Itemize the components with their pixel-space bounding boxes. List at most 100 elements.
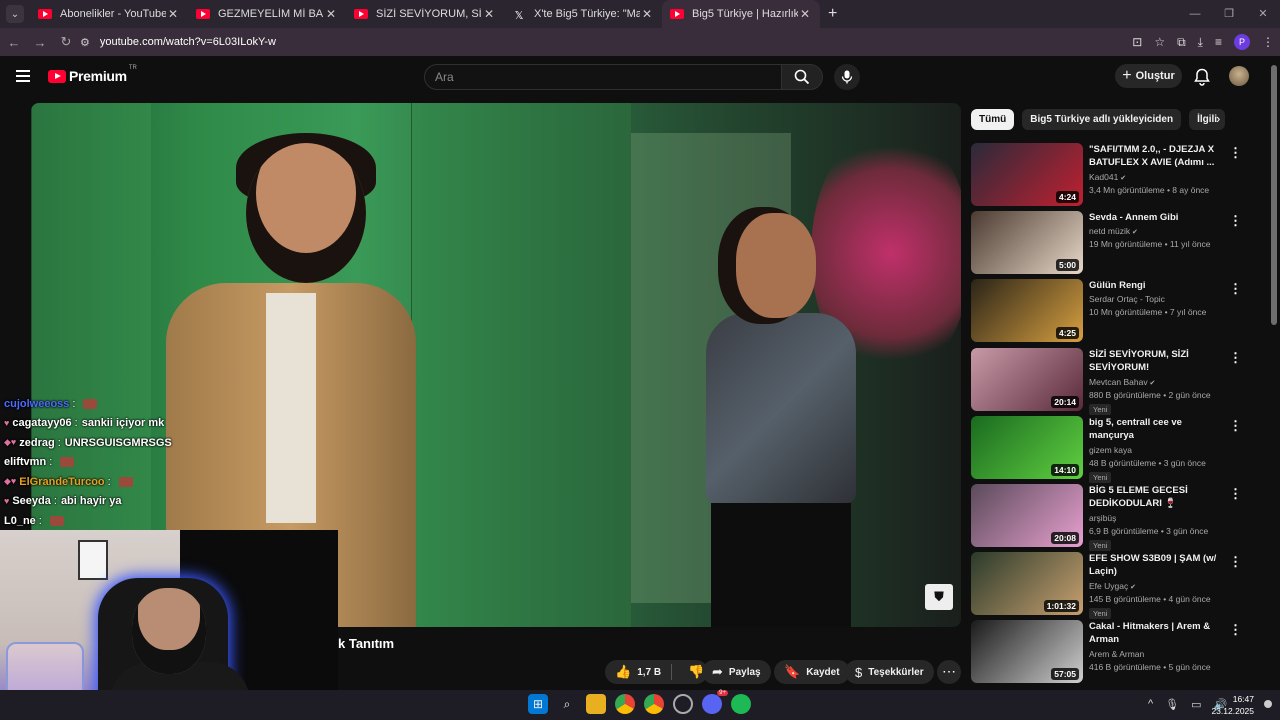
- channel-name-row[interactable]: arşibüş: [1089, 513, 1116, 523]
- channel-name-row[interactable]: gizem kaya: [1089, 445, 1132, 455]
- video-thumbnail[interactable]: 4:25: [971, 279, 1083, 343]
- recommendation-title[interactable]: Cakal - Hitmakers | Arem & Arman: [1089, 620, 1217, 646]
- recommendation-item[interactable]: 4:25 Gülün Rengi Serdar Ortaç - Topic 10 Mn…: [971, 279, 1261, 343]
- tab-search-button[interactable]: ⌄: [6, 5, 24, 23]
- browser-menu-icon[interactable]: ⋮: [1262, 35, 1274, 49]
- system-clock[interactable]: 16:47 23.12.2025: [1211, 693, 1254, 717]
- recommendation-title[interactable]: "SAFI/TMM 2.0,, - DJEZJA X BATUFLEX X AV…: [1089, 143, 1217, 169]
- browser-tab[interactable]: SİZİ SEVİYORUM, SİZİ SEVİYORU✕: [346, 0, 504, 28]
- minimize-icon[interactable]: —: [1178, 0, 1212, 28]
- chrome-profile-icon[interactable]: [644, 694, 664, 714]
- recommendation-item[interactable]: 20:08 BİG 5 ELEME GECESİ DEDİKODULARI 🍷 ar…: [971, 484, 1261, 551]
- video-thumbnail[interactable]: 1:01:32: [971, 552, 1083, 616]
- extensions-icon[interactable]: ⧉: [1177, 35, 1186, 50]
- channel-name-row[interactable]: Serdar Ortaç - Topic: [1089, 294, 1165, 304]
- more-actions-icon[interactable]: ⋯: [937, 660, 961, 684]
- recommendation-item[interactable]: 57:05 Cakal - Hitmakers | Arem & Arman Are…: [971, 620, 1261, 684]
- share-button[interactable]: ➦ Paylaş: [702, 660, 771, 684]
- hamburger-menu-icon[interactable]: [16, 70, 30, 82]
- microphone-tray-icon[interactable]: 🎙: [1165, 698, 1179, 711]
- filter-chip[interactable]: Big5 Türkiye adlı yükleyiciden: [1022, 109, 1182, 130]
- recommendation-title[interactable]: big 5, centrall cee ve mançurya: [1089, 416, 1217, 442]
- new-tab-button[interactable]: +: [828, 5, 837, 23]
- video-thumbnail[interactable]: 4:24: [971, 143, 1083, 206]
- site-info-icon[interactable]: ⚙: [80, 36, 90, 49]
- tab-close-icon[interactable]: ✕: [482, 7, 496, 21]
- file-explorer-icon[interactable]: [586, 694, 606, 714]
- channel-name-row[interactable]: Efe Uygaç ✔: [1089, 581, 1136, 591]
- search-icon[interactable]: ⌕: [557, 694, 577, 714]
- video-thumbnail[interactable]: 57:05: [971, 620, 1083, 684]
- recommendation-title[interactable]: BİG 5 ELEME GECESİ DEDİKODULARI 🍷: [1089, 484, 1217, 510]
- recommendation-menu-icon[interactable]: ⋮: [1229, 418, 1242, 434]
- browser-tab[interactable]: Abonelikler - YouTube ✕: [30, 0, 188, 28]
- channel-name-row[interactable]: Arem & Arman: [1089, 649, 1144, 659]
- search-input[interactable]: Ara: [424, 64, 782, 90]
- downloads-icon[interactable]: ⤓: [1198, 35, 1203, 50]
- recommendation-title[interactable]: SİZİ SEVİYORUM, SİZİ SEVİYORUM!: [1089, 348, 1217, 374]
- browser-tab[interactable]: Big5 Türkiye | Hazırlık Sezonu -✕: [662, 0, 820, 28]
- recommendation-item[interactable]: 4:24 "SAFI/TMM 2.0,, - DJEZJA X BATUFLEX …: [971, 143, 1261, 207]
- recommendation-title[interactable]: Sevda - Annem Gibi: [1089, 211, 1217, 224]
- voice-search-button[interactable]: [834, 64, 860, 90]
- recommendation-menu-icon[interactable]: ⋮: [1229, 213, 1242, 229]
- video-thumbnail[interactable]: 20:08: [971, 484, 1083, 547]
- search-button[interactable]: [781, 64, 823, 90]
- recommendation-title[interactable]: Gülün Rengi: [1089, 279, 1217, 292]
- youtube-premium-logo[interactable]: Premium TR: [48, 65, 137, 84]
- tab-close-icon[interactable]: ✕: [798, 7, 812, 21]
- recommendation-menu-icon[interactable]: ⋮: [1229, 281, 1242, 297]
- start-menu-icon[interactable]: ⊞: [528, 694, 548, 714]
- tab-close-icon[interactable]: ✕: [324, 7, 338, 21]
- display-icon[interactable]: ▭: [1191, 698, 1201, 711]
- profile-avatar[interactable]: P: [1234, 34, 1250, 50]
- bookmark-star-icon[interactable]: ☆: [1154, 35, 1165, 49]
- recommendation-item[interactable]: 14:10 big 5, centrall cee ve mançurya gize…: [971, 415, 1261, 483]
- address-bar[interactable]: ⚙ youtube.com/watch?v=6L03ILokY-w: [80, 31, 1140, 53]
- recommendation-menu-icon[interactable]: ⋮: [1229, 350, 1242, 366]
- save-button[interactable]: 🔖 Kaydet: [774, 660, 850, 684]
- recommendation-menu-icon[interactable]: ⋮: [1229, 486, 1242, 502]
- chevron-right-icon[interactable]: ›: [1216, 111, 1220, 126]
- filter-chip[interactable]: Tümü: [971, 109, 1015, 130]
- recommendation-item[interactable]: 5:00 Sevda - Annem Gibi netd müzik ✔ 19 Mn …: [971, 211, 1261, 275]
- channel-name-row[interactable]: netd müzik ✔: [1089, 226, 1138, 236]
- scrollbar-thumb[interactable]: [1271, 65, 1277, 325]
- recommendation-title[interactable]: EFE SHOW S3B09 | ŞAM (w/ Laçin): [1089, 552, 1217, 578]
- discord-icon[interactable]: 9+: [702, 690, 728, 714]
- tab-close-icon[interactable]: ✕: [640, 7, 654, 21]
- browser-tab[interactable]: 𝕏 X'te Big5 Türkiye: "Manifest de✕: [504, 0, 662, 28]
- video-thumbnail[interactable]: 5:00: [971, 211, 1083, 275]
- channel-name-row[interactable]: Kad041 ✔: [1089, 172, 1126, 182]
- media-controls-icon[interactable]: ≡: [1215, 35, 1222, 49]
- tray-expand-icon[interactable]: ^: [1148, 698, 1153, 711]
- recommendation-menu-icon[interactable]: ⋮: [1229, 622, 1242, 638]
- video-thumbnail[interactable]: 20:14: [971, 347, 1083, 411]
- channel-name-row[interactable]: Mevtcan Bahav ✔: [1089, 377, 1155, 387]
- recommendation-item[interactable]: 1:01:32 EFE SHOW S3B09 | ŞAM (w/ Laçin) Ef…: [971, 552, 1261, 620]
- obs-icon[interactable]: [673, 694, 693, 714]
- close-window-icon[interactable]: ✕: [1246, 0, 1280, 28]
- video-thumbnail[interactable]: 14:10: [971, 415, 1083, 479]
- recommendation-menu-icon[interactable]: ⋮: [1229, 145, 1242, 161]
- channel-watermark-icon[interactable]: ⛊: [925, 584, 953, 610]
- spotify-icon[interactable]: [731, 694, 751, 714]
- forward-icon[interactable]: →: [28, 35, 52, 50]
- notifications-bell-icon[interactable]: [1194, 68, 1210, 91]
- back-icon[interactable]: ←: [2, 35, 26, 50]
- notification-icon[interactable]: [1264, 700, 1272, 708]
- channel-name: Arem & Arman: [1089, 649, 1145, 660]
- reload-icon[interactable]: ↻: [54, 34, 78, 50]
- account-avatar[interactable]: [1229, 66, 1249, 86]
- maximize-icon[interactable]: ❐: [1212, 0, 1246, 28]
- browser-tab[interactable]: GEZMEYELİM Mİ BARCELONA?✕: [188, 0, 346, 28]
- recommendation-item[interactable]: 20:14 SİZİ SEVİYORUM, SİZİ SEVİYORUM! Mevt…: [971, 347, 1261, 415]
- chrome-icon[interactable]: [615, 694, 635, 714]
- page-scrollbar[interactable]: [1271, 60, 1277, 680]
- tab-close-icon[interactable]: ✕: [166, 7, 180, 21]
- create-button[interactable]: + Oluştur: [1115, 64, 1182, 88]
- install-app-icon[interactable]: ⊡: [1132, 35, 1142, 49]
- recommendation-menu-icon[interactable]: ⋮: [1229, 554, 1242, 570]
- thanks-button[interactable]: $ Teşekkürler: [845, 660, 934, 684]
- like-button[interactable]: 👍 1,7 B: [605, 664, 673, 680]
